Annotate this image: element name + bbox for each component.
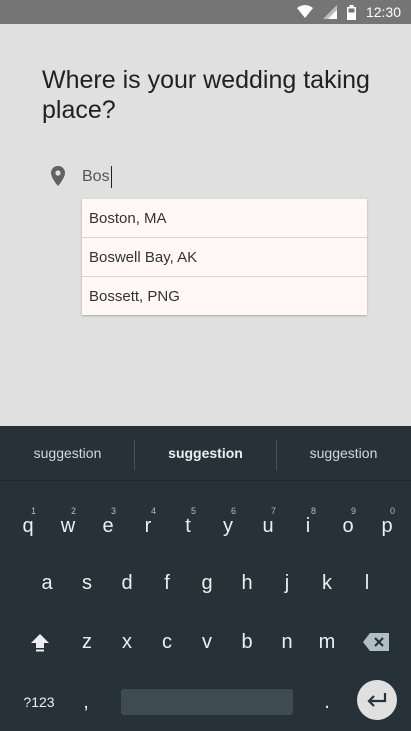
location-row: Bos: [46, 162, 376, 192]
shift-key[interactable]: [20, 622, 60, 662]
keyboard-suggestion-left[interactable]: suggestion: [0, 426, 135, 480]
page-title: Where is your wedding taking place?: [42, 66, 370, 124]
key-label: i: [305, 514, 311, 537]
key-a[interactable]: a: [27, 563, 67, 603]
app-content: Where is your wedding taking place? Bos …: [0, 24, 411, 426]
location-suggestions: Boston, MA Boswell Bay, AK Bossett, PNG: [82, 199, 367, 315]
key-number-hint: 8: [310, 506, 316, 516]
key-o[interactable]: 9o: [328, 506, 368, 546]
key-q[interactable]: 1q: [8, 506, 48, 546]
period-key[interactable]: .: [307, 682, 347, 722]
keyboard-suggestion-right[interactable]: suggestion: [276, 426, 411, 480]
key-w[interactable]: 2w: [48, 506, 88, 546]
comma-key[interactable]: ,: [66, 682, 106, 722]
key-l[interactable]: l: [347, 563, 387, 603]
key-v[interactable]: v: [187, 622, 227, 662]
status-time: 12:30: [365, 4, 401, 20]
space-key[interactable]: [121, 689, 293, 715]
key-number-hint: 7: [270, 506, 276, 516]
key-label: t: [185, 514, 191, 537]
key-number-hint: 0: [389, 506, 395, 516]
key-number-hint: 1: [30, 506, 36, 516]
keyboard-suggestion-bar: suggestion suggestion suggestion: [0, 426, 411, 481]
key-number-hint: 6: [230, 506, 236, 516]
key-p[interactable]: 0p: [367, 506, 407, 546]
key-u[interactable]: 7u: [248, 506, 288, 546]
location-input[interactable]: Bos: [82, 162, 112, 192]
key-e[interactable]: 3e: [88, 506, 128, 546]
key-c[interactable]: c: [147, 622, 187, 662]
key-label: o: [342, 514, 354, 537]
key-label: u: [262, 514, 274, 537]
key-h[interactable]: h: [227, 563, 267, 603]
key-i[interactable]: 8i: [288, 506, 328, 546]
key-m[interactable]: m: [307, 622, 347, 662]
key-number-hint: 5: [190, 506, 196, 516]
symbols-key[interactable]: ?123: [14, 682, 64, 722]
key-s[interactable]: s: [67, 563, 107, 603]
key-j[interactable]: j: [267, 563, 307, 603]
key-k[interactable]: k: [307, 563, 347, 603]
key-f[interactable]: f: [147, 563, 187, 603]
key-r[interactable]: 4r: [128, 506, 168, 546]
suggestion-item[interactable]: Boswell Bay, AK: [82, 238, 367, 277]
soft-keyboard: suggestion suggestion suggestion 1q 2w 3…: [0, 426, 411, 731]
key-number-hint: 4: [150, 506, 156, 516]
backspace-icon: [363, 633, 389, 651]
location-pin-icon: [51, 166, 65, 186]
key-b[interactable]: b: [227, 622, 267, 662]
key-label: q: [22, 514, 34, 537]
key-label: y: [223, 514, 233, 537]
enter-key[interactable]: [357, 680, 397, 720]
cell-signal-icon: [322, 5, 337, 19]
suggestion-item[interactable]: Boston, MA: [82, 199, 367, 238]
key-label: w: [60, 514, 76, 537]
key-number-hint: 3: [110, 506, 116, 516]
key-n[interactable]: n: [267, 622, 307, 662]
battery-icon: [346, 4, 356, 20]
key-label: p: [381, 514, 393, 537]
text-caret: [110, 166, 112, 188]
key-x[interactable]: x: [107, 622, 147, 662]
key-z[interactable]: z: [67, 622, 107, 662]
key-y[interactable]: 6y: [208, 506, 248, 546]
key-label: r: [144, 514, 152, 537]
enter-arrow-icon: [367, 693, 387, 707]
key-g[interactable]: g: [187, 563, 227, 603]
shift-icon: [31, 634, 49, 652]
keyboard-suggestion-center[interactable]: suggestion: [135, 426, 276, 480]
status-bar: 12:30: [0, 0, 411, 24]
key-number-hint: 9: [350, 506, 356, 516]
backspace-key[interactable]: [356, 622, 396, 662]
wifi-icon: [296, 5, 313, 18]
key-d[interactable]: d: [107, 563, 147, 603]
suggestion-item[interactable]: Bossett, PNG: [82, 277, 367, 315]
key-label: e: [102, 514, 114, 537]
key-number-hint: 2: [70, 506, 76, 516]
location-input-value: Bos: [82, 168, 110, 185]
status-icons: 12:30: [296, 3, 401, 21]
key-t[interactable]: 5t: [168, 506, 208, 546]
